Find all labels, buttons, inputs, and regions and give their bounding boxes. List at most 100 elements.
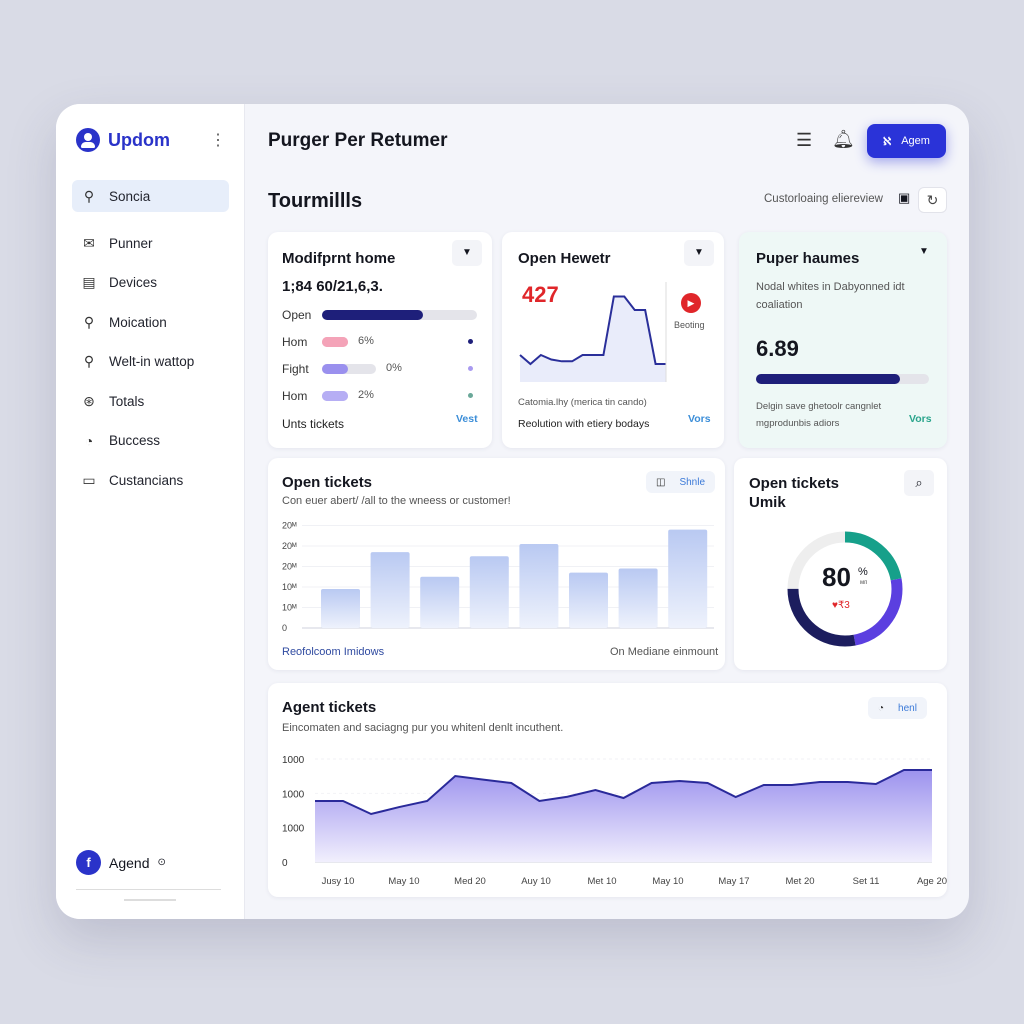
- success-icon: ◔: [84, 432, 94, 449]
- monitor-icon: ▭: [82, 471, 96, 488]
- donut-card: Open tickets Umik ⌕ 80 % мп ♥₹3: [734, 458, 947, 670]
- view-link[interactable]: Vors: [688, 413, 711, 425]
- area-chart: 0 1000 1000 1000 Jusy 10 May 10 Med 20 Auy 10 Me…: [282, 755, 947, 887]
- sidebar-item-punner[interactable]: ✉ Punner: [72, 227, 229, 259]
- y-tick-label: 0: [282, 623, 287, 633]
- chevron-down-icon[interactable]: ▼: [919, 246, 929, 257]
- share-icon: ◫: [656, 476, 666, 488]
- footer-link[interactable]: Reofolcoom Imidows: [282, 646, 384, 658]
- y-tick-label: 1000: [282, 789, 305, 800]
- devices-icon: ▤: [82, 274, 96, 290]
- sparkline: [519, 282, 667, 382]
- brand[interactable]: Updom: [76, 128, 170, 152]
- x-tick-label: Met 10: [587, 876, 616, 887]
- bar: [321, 589, 360, 628]
- row-label: Open: [282, 308, 312, 322]
- card-title: Open tickets: [282, 474, 373, 491]
- card-title: Open Hewetr: [518, 250, 611, 267]
- bar: [370, 552, 410, 628]
- card-title: Open tickets Umik: [749, 475, 840, 511]
- filter-button[interactable]: ◔ henl: [868, 697, 927, 719]
- refresh-button[interactable]: ↻: [918, 187, 947, 213]
- card-title: Modifprnt home: [282, 250, 396, 267]
- card-footer: Delgin save ghetoolr cangnlet mgprodunbi…: [756, 401, 882, 429]
- y-tick-label: 10ᴹ: [282, 582, 297, 592]
- bar-chart: 0 10ᴹ 10ᴹ 20ᴹ 20ᴹ 20ᴹ: [282, 521, 714, 633]
- card-title: Puper haumes: [756, 250, 860, 267]
- share-button[interactable]: ◫ Shnle: [646, 471, 716, 493]
- sidebar-item-custancians[interactable]: ▭ Custancians: [72, 464, 229, 496]
- card-value: 6.89: [756, 336, 799, 361]
- x-tick-label: May 10: [388, 876, 419, 887]
- device-icon[interactable]: ▣: [898, 190, 910, 206]
- brand-name: Updom: [108, 129, 170, 150]
- progress-fill: [322, 364, 348, 374]
- mail-icon: ✉: [83, 234, 95, 251]
- apple-icon: ◔: [878, 702, 885, 714]
- side-label: Beoting: [674, 320, 705, 330]
- progress-fill: [322, 337, 348, 347]
- section-title: Tourmillls: [268, 190, 363, 212]
- sidebar-item-welt-in-wattop[interactable]: ⚲ Welt-in wattop: [72, 346, 229, 378]
- customize-link[interactable]: Custorloaing eliereview: [764, 193, 883, 205]
- play-icon[interactable]: ▶: [681, 293, 701, 313]
- bar: [618, 568, 658, 628]
- sidebar-item-label: Punner: [109, 235, 153, 251]
- sidebar-item-label: Moication: [109, 314, 167, 330]
- card-title: Agent tickets: [282, 699, 377, 716]
- user-icon: [76, 128, 100, 152]
- agent-button[interactable]: ℵ Agem: [867, 124, 946, 158]
- y-tick-label: 1000: [282, 755, 305, 766]
- view-link[interactable]: Vors: [909, 413, 932, 425]
- bell-icon[interactable]: 🔔︎: [832, 129, 855, 150]
- row-pct: 2%: [358, 389, 374, 401]
- card-footer: Unts tickets: [282, 417, 345, 431]
- scroll-handle[interactable]: [124, 899, 176, 901]
- status-dot: [468, 366, 473, 371]
- donut-value: 80: [822, 562, 851, 592]
- sidebar-item-moication[interactable]: ⚲ Moication: [72, 306, 229, 338]
- progress-fill: [756, 374, 900, 384]
- avatar: f: [76, 850, 101, 875]
- x-tick-label: Met 20: [785, 876, 814, 887]
- view-link[interactable]: Vest: [456, 413, 478, 425]
- zoom-icon[interactable]: ⌕: [904, 470, 934, 496]
- sidebar-item-devices[interactable]: ▤ Devices: [72, 267, 229, 299]
- menu-icon[interactable]: ☰: [796, 130, 812, 151]
- sidebar-item-totals[interactable]: ⊛ Totals: [72, 385, 229, 417]
- card-value: 1;84 60/21,6,3.: [282, 278, 383, 295]
- more-vertical-icon[interactable]: ⋮: [210, 130, 226, 150]
- card-modifprnt: Modifprnt home ▼ 1;84 60/21,6,3. Open Hom…: [268, 232, 492, 448]
- card-footer: Reolution with etiery bodays: [518, 418, 650, 430]
- chevron-icon: ⊙: [157, 857, 166, 868]
- chevron-down-icon[interactable]: ▼: [452, 240, 482, 266]
- app-window: Updom ⋮ ⚲ Soncia ✉ Punner ▤ Devices ⚲ Moication…: [56, 104, 969, 919]
- row-pct: 0%: [386, 362, 402, 374]
- bar: [668, 529, 708, 628]
- divider: [76, 889, 221, 890]
- page-title: Purger Per Retumer: [268, 130, 448, 151]
- progress-bar: [322, 337, 348, 347]
- y-tick-label: 20ᴹ: [282, 521, 297, 531]
- area-fill: [315, 769, 932, 862]
- agent-tickets-card: Agent tickets Eincomaten and saciagng pu…: [268, 683, 947, 897]
- x-tick-label: Age 20: [917, 876, 947, 887]
- user-profile[interactable]: f Agend ⊙: [76, 850, 166, 875]
- donut-sub: ♥₹3: [832, 600, 850, 611]
- totals-icon: ⊛: [83, 392, 95, 409]
- sidebar-item-label: Devices: [109, 275, 158, 290]
- progress-bar: [756, 374, 929, 384]
- row-label: Hom: [282, 389, 308, 403]
- sidebar-item-label: Totals: [109, 393, 145, 409]
- progress-bar: [322, 310, 477, 320]
- progress-bar: [322, 364, 376, 374]
- magnifier-icon: ⚲: [83, 353, 95, 369]
- chevron-down-icon[interactable]: ▼: [684, 240, 714, 266]
- card-caption: Catomia.lhy (merica tin cando): [518, 397, 647, 408]
- card-subtitle: Eincomaten and saciagng pur you whitenl …: [282, 722, 564, 734]
- sidebar-item-soncia[interactable]: ⚲ Soncia: [72, 180, 229, 212]
- sidebar-item-label: Buccess: [109, 433, 161, 448]
- sidebar-item-buccess[interactable]: ◔ Buccess: [72, 425, 229, 457]
- status-dot: [468, 339, 473, 344]
- y-tick-label: 0: [282, 858, 288, 869]
